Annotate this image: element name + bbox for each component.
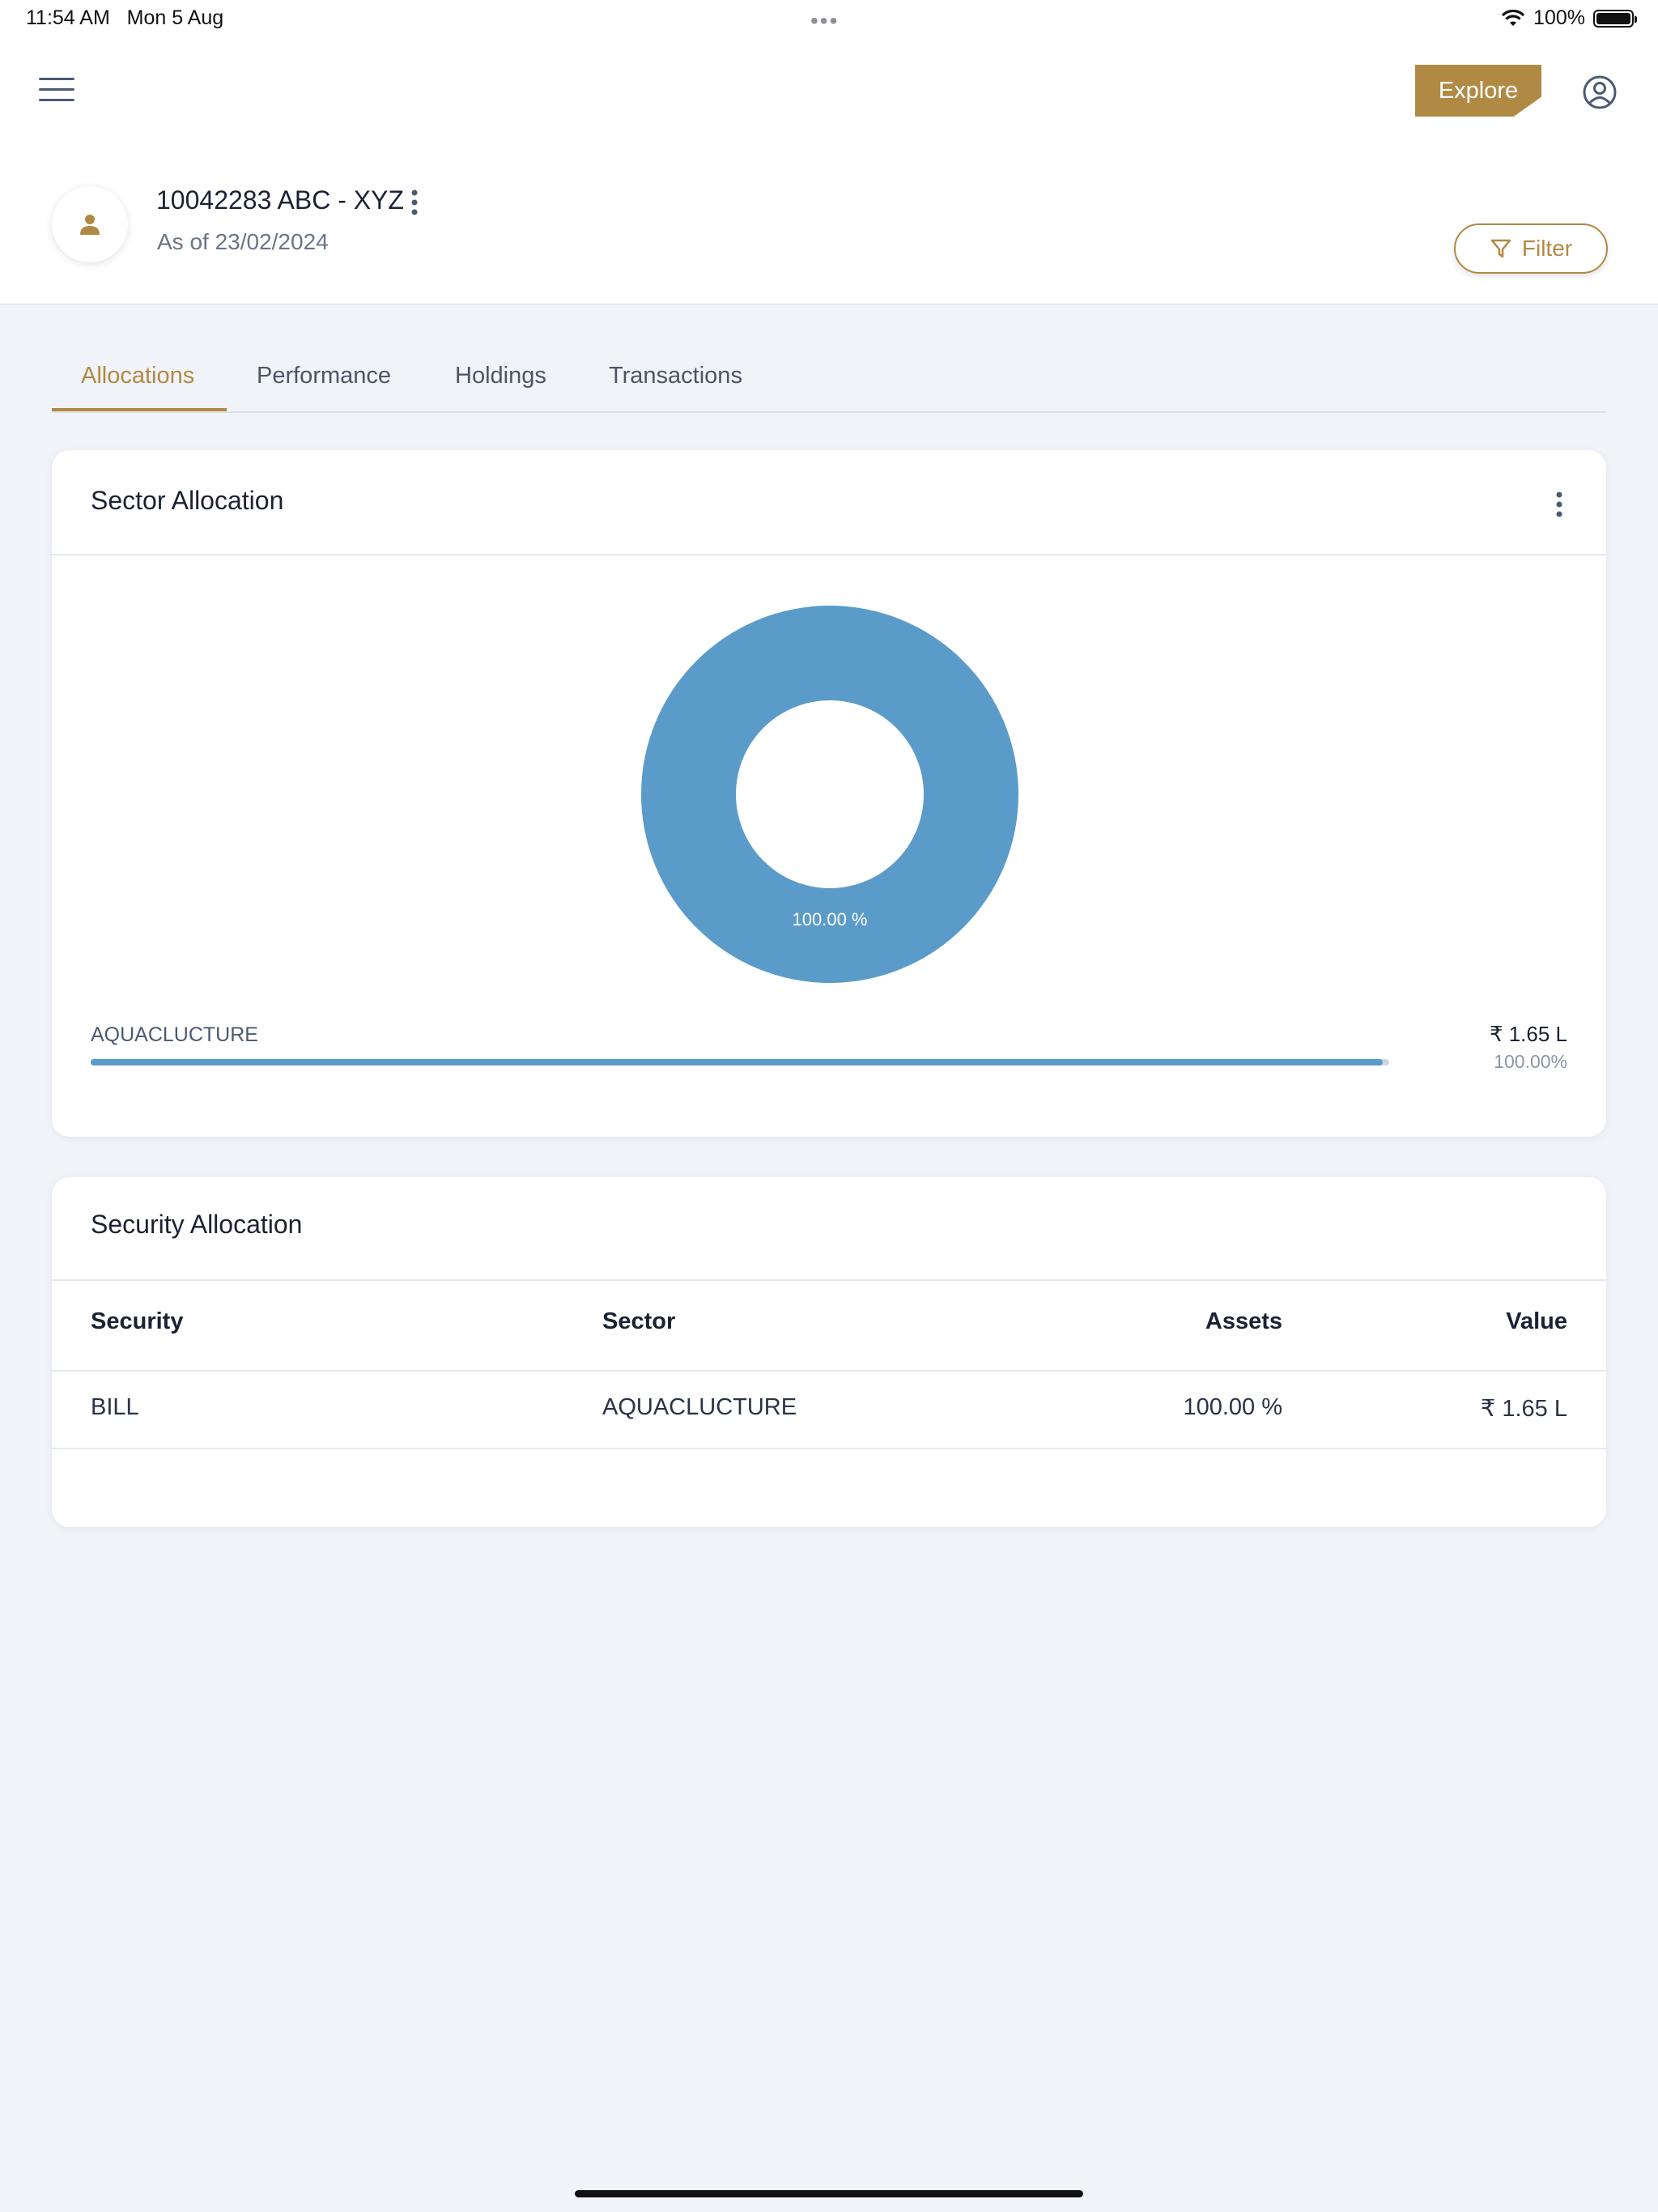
person-icon: [80, 215, 100, 235]
filter-icon: [1490, 239, 1511, 258]
account-more-icon[interactable]: [405, 188, 424, 217]
tab-holdings[interactable]: Holdings: [455, 363, 546, 389]
cell-sector: AQUACLUCTURE: [602, 1394, 797, 1420]
card-divider: [52, 554, 1606, 555]
filter-label: Filter: [1521, 236, 1573, 261]
sector-progress-track: [91, 1059, 1389, 1066]
menu-icon[interactable]: [39, 78, 74, 102]
as-of-date: As of 23/02/2024: [157, 229, 329, 254]
sector-bar-percent: 100.00%: [1494, 1051, 1567, 1072]
sector-card-more-icon[interactable]: [1550, 489, 1569, 520]
column-header-sector[interactable]: Sector: [602, 1308, 675, 1335]
column-header-security[interactable]: Security: [91, 1308, 183, 1335]
wifi-icon: [1501, 9, 1525, 26]
status-bar-right: 100%: [1501, 6, 1637, 30]
table-header-divider: [52, 1370, 1606, 1372]
status-bar-time: 11:54 AM Mon 5 Aug: [26, 6, 223, 30]
security-allocation-title: Security Allocation: [91, 1210, 303, 1239]
tab-allocations[interactable]: Allocations: [81, 363, 194, 389]
battery-icon: [1593, 9, 1637, 28]
security-allocation-card: Security Allocation Security Sector Asse…: [52, 1177, 1606, 1527]
status-date: Mon 5 Aug: [126, 6, 224, 29]
top-panel: [0, 0, 1658, 305]
filter-button[interactable]: Filter: [1454, 223, 1608, 274]
active-tab-indicator: [52, 408, 227, 411]
status-time: 11:54 AM: [26, 6, 110, 29]
account-title: 10042283 ABC - XYZ: [156, 185, 404, 215]
explore-button[interactable]: Explore: [1415, 65, 1541, 117]
table-row-divider: [52, 1448, 1606, 1449]
column-header-assets[interactable]: Assets: [1205, 1308, 1282, 1335]
account-avatar: [52, 186, 128, 262]
sector-bar-label: AQUACLUCTURE: [91, 1023, 258, 1046]
home-indicator: [575, 2190, 1083, 2197]
multitasking-dots[interactable]: •••: [810, 8, 839, 34]
battery-percent: 100%: [1533, 6, 1585, 29]
sector-donut-chart[interactable]: 100.00 %: [641, 606, 1018, 983]
sector-allocation-card: Sector Allocation 100.00 % AQUACLUCTURE …: [52, 450, 1606, 1137]
sector-progress-fill: [91, 1059, 1383, 1066]
tab-transactions[interactable]: Transactions: [609, 363, 742, 389]
card-divider: [52, 1279, 1606, 1281]
cell-value: ₹ 1.65 L: [1480, 1396, 1567, 1422]
tab-bar: Allocations Performance Holdings Transac…: [52, 340, 1606, 413]
user-profile-icon[interactable]: [1582, 74, 1618, 110]
tab-performance[interactable]: Performance: [257, 363, 391, 389]
cell-security: BILL: [91, 1394, 139, 1420]
sector-allocation-title: Sector Allocation: [91, 486, 284, 515]
donut-slice-label: 100.00 %: [793, 909, 868, 929]
column-header-value[interactable]: Value: [1506, 1308, 1567, 1335]
cell-assets: 100.00 %: [1183, 1394, 1282, 1420]
sector-bar-value: ₹ 1.65 L: [1489, 1022, 1567, 1046]
